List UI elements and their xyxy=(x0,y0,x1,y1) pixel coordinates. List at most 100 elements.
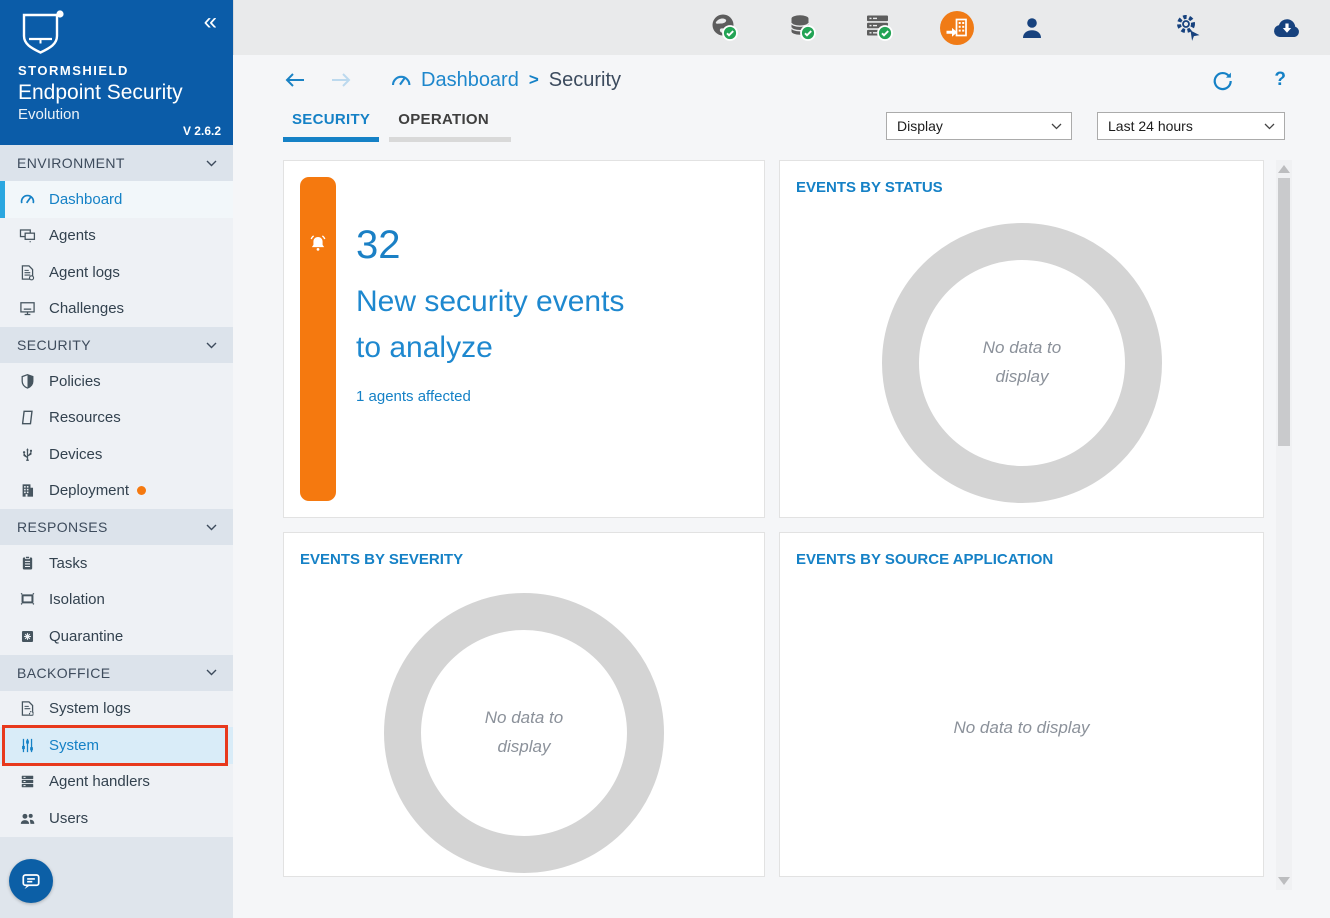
stormshield-endpoint-security-window: « STORMSHIELD Endpoint Security Evolutio… xyxy=(0,0,1330,918)
sidebar-item-label: Users xyxy=(49,810,88,827)
sidebar-item-agents[interactable]: Agents xyxy=(0,218,233,255)
system-sliders-icon xyxy=(19,737,36,754)
sidebar-item-agent-logs[interactable]: Agent logs xyxy=(0,254,233,291)
sidebar-item-system[interactable]: System xyxy=(0,727,233,764)
devices-usb-icon xyxy=(19,446,36,463)
scroll-down-arrow[interactable] xyxy=(1278,877,1290,885)
sidebar-item-label: Agent handlers xyxy=(49,773,150,790)
brand-version: V 2.6.2 xyxy=(183,124,221,138)
sidebar-item-deployment[interactable]: Deployment xyxy=(0,473,233,510)
help-icon[interactable]: ? xyxy=(1274,69,1286,91)
sidebar-item-users[interactable]: Users xyxy=(0,800,233,837)
event-card-title: New security events to analyze xyxy=(356,279,646,371)
no-data-label: No data to display xyxy=(780,533,1263,876)
section-header-security[interactable]: SECURITY xyxy=(0,327,233,363)
no-data-label: No data to display xyxy=(384,593,664,873)
alert-accent-bar xyxy=(300,177,336,501)
content-area: Dashboard > Security ? SECURITY OPERATIO… xyxy=(233,55,1330,918)
forward-arrow-icon[interactable] xyxy=(329,71,353,89)
sidebar-collapse-icon[interactable]: « xyxy=(204,10,217,34)
tabs-row: SECURITY OPERATION Display Last 24 hours xyxy=(233,105,1330,149)
sidebar-item-dashboard[interactable]: Dashboard xyxy=(0,181,233,218)
sidebar-item-devices[interactable]: Devices xyxy=(0,436,233,473)
scrollbar-thumb[interactable] xyxy=(1278,178,1290,446)
vertical-scrollbar xyxy=(1276,160,1292,890)
section-header-backoffice[interactable]: BACKOFFICE xyxy=(0,655,233,691)
event-count: 32 xyxy=(356,223,401,268)
events-by-status-card: EVENTS BY STATUS No data to display xyxy=(779,160,1264,518)
agent-handler-status-icon[interactable] xyxy=(863,12,895,49)
sidebar-item-label: System logs xyxy=(49,700,131,717)
bell-icon xyxy=(307,233,329,255)
sidebar-item-tasks[interactable]: Tasks xyxy=(0,545,233,582)
sidebar-item-agent-handlers[interactable]: Agent handlers xyxy=(0,764,233,801)
challenges-monitor-icon xyxy=(19,300,36,317)
brand-product: Endpoint Security xyxy=(18,82,183,103)
scroll-up-arrow[interactable] xyxy=(1278,165,1290,173)
sidebar-item-label: Agents xyxy=(49,227,96,244)
period-dropdown[interactable]: Last 24 hours xyxy=(1097,112,1285,140)
chevron-down-icon xyxy=(1051,123,1062,130)
agents-monitors-icon xyxy=(19,227,36,244)
refresh-icon[interactable] xyxy=(1210,69,1234,98)
main-area: Dashboard > Security ? SECURITY OPERATIO… xyxy=(233,0,1330,918)
sidebar-item-label: Agent logs xyxy=(49,264,120,281)
sidebar-item-challenges[interactable]: Challenges xyxy=(0,291,233,328)
sidebar-header: « STORMSHIELD Endpoint Security Evolutio… xyxy=(0,0,233,145)
events-by-severity-card: EVENTS BY SEVERITY No data to display xyxy=(283,532,765,877)
internet-status-icon[interactable] xyxy=(709,12,741,49)
chevron-down-icon xyxy=(1264,123,1275,130)
sidebar-item-resources[interactable]: Resources xyxy=(0,400,233,437)
dashboard-gauge-icon xyxy=(19,191,36,208)
display-dropdown-value: Display xyxy=(897,118,943,134)
card-title: EVENTS BY STATUS xyxy=(796,179,943,196)
sidebar-item-label: Policies xyxy=(49,373,101,390)
section-header-environment[interactable]: ENVIRONMENT xyxy=(0,145,233,181)
events-by-source-application-card: EVENTS BY SOURCE APPLICATION No data to … xyxy=(779,532,1264,877)
chevron-down-icon xyxy=(206,342,217,349)
section-label: ENVIRONMENT xyxy=(17,155,125,171)
breadcrumb-root-link[interactable]: Dashboard xyxy=(421,69,519,92)
resources-page-icon xyxy=(19,409,36,426)
sidebar-item-label: Isolation xyxy=(49,591,105,608)
brand-edition: Evolution xyxy=(18,107,183,122)
user-icon[interactable] xyxy=(1019,15,1045,46)
settings-gear-icon[interactable] xyxy=(1174,13,1204,48)
period-dropdown-value: Last 24 hours xyxy=(1108,118,1193,134)
new-events-card: 32 New security events to analyze 1 agen… xyxy=(283,160,765,518)
sidebar-item-policies[interactable]: Policies xyxy=(0,363,233,400)
breadcrumb-current: Security xyxy=(549,69,621,92)
no-data-label: No data to display xyxy=(882,223,1162,503)
system-logs-document-icon xyxy=(19,700,36,717)
back-arrow-icon[interactable] xyxy=(283,71,307,89)
display-dropdown[interactable]: Display xyxy=(886,112,1072,140)
sidebar-item-label: System xyxy=(49,737,99,754)
database-status-icon[interactable] xyxy=(787,12,819,49)
sidebar-item-isolation[interactable]: Isolation xyxy=(0,582,233,619)
sidebar-item-label: Tasks xyxy=(49,555,87,572)
tabs: SECURITY OPERATION xyxy=(283,105,521,142)
deployment-pending-icon[interactable] xyxy=(939,10,975,51)
agent-logs-document-icon xyxy=(19,264,36,281)
sidebar-item-system-logs[interactable]: System logs xyxy=(0,691,233,728)
section-header-responses[interactable]: RESPONSES xyxy=(0,509,233,545)
stormshield-logo-icon xyxy=(18,8,66,65)
cloud-download-icon[interactable] xyxy=(1271,14,1303,45)
sidebar-item-label: Deployment xyxy=(49,482,129,499)
quarantine-box-icon xyxy=(19,628,36,645)
dashboard-cards: 32 New security events to analyze 1 agen… xyxy=(283,160,1264,877)
brand-name: STORMSHIELD xyxy=(18,64,183,77)
dashboard-gauge-icon xyxy=(389,69,413,91)
chevron-down-icon xyxy=(206,524,217,531)
topbar xyxy=(233,0,1330,55)
sidebar: « STORMSHIELD Endpoint Security Evolutio… xyxy=(0,0,233,918)
tab-operation[interactable]: OPERATION xyxy=(389,105,511,142)
section-label: SECURITY xyxy=(17,337,91,353)
agents-affected-link[interactable]: 1 agents affected xyxy=(356,388,471,405)
section-label: RESPONSES xyxy=(17,519,108,535)
brand-block: STORMSHIELD Endpoint Security Evolution xyxy=(18,64,183,122)
chat-button[interactable] xyxy=(9,859,53,903)
sidebar-item-label: Devices xyxy=(49,446,102,463)
sidebar-item-quarantine[interactable]: Quarantine xyxy=(0,618,233,655)
tab-security[interactable]: SECURITY xyxy=(283,105,379,142)
